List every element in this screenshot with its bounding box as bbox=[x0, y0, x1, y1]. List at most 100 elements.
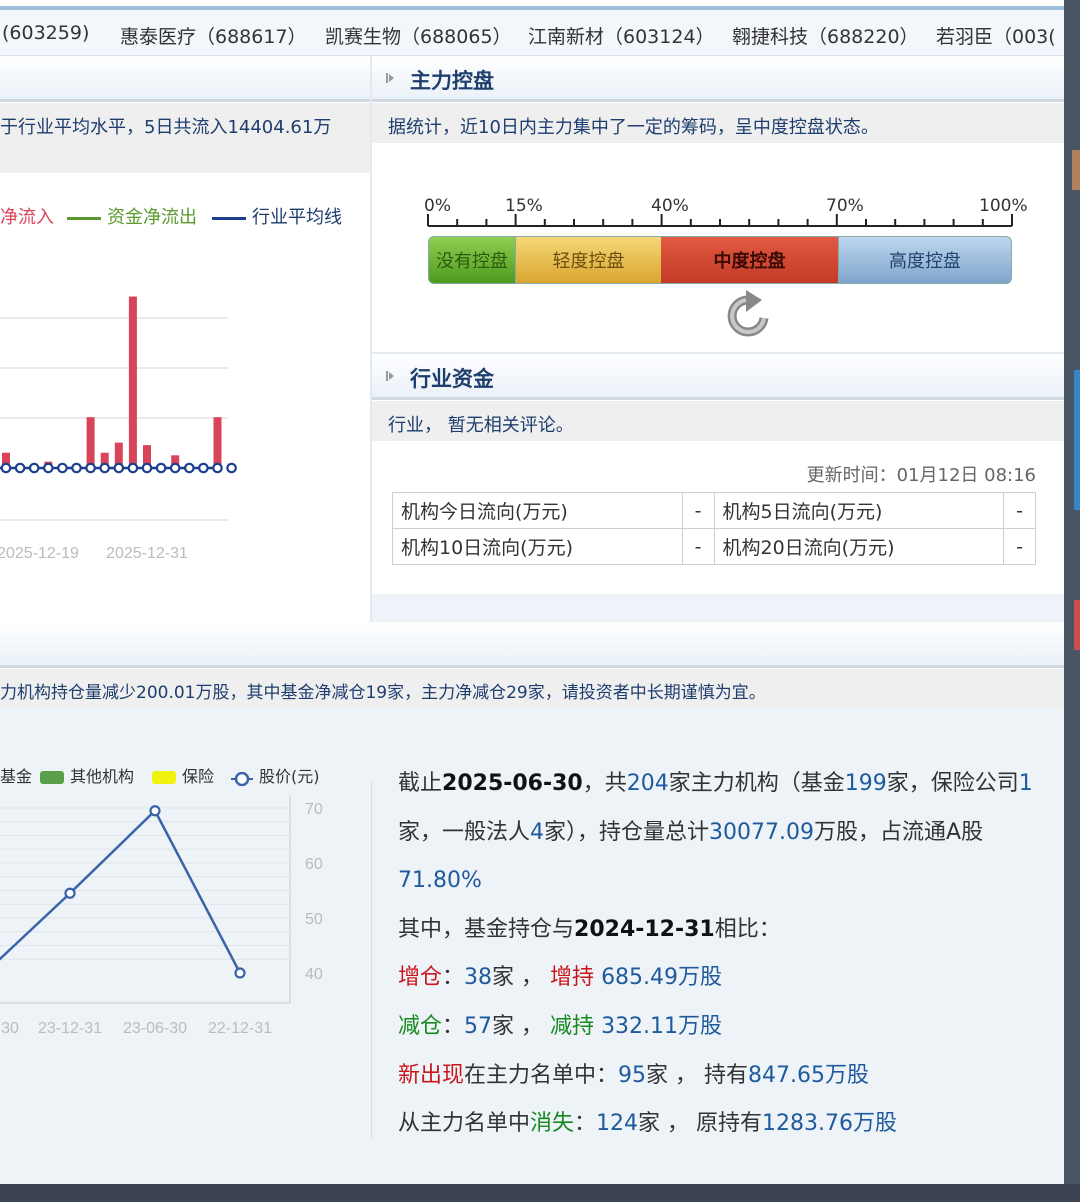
x-tick-label: 30 bbox=[1, 1020, 19, 1037]
legend-line-icon bbox=[67, 216, 101, 220]
stock-link[interactable]: 翱捷科技（688220） bbox=[732, 22, 919, 49]
control-title: 主力控盘 bbox=[410, 69, 494, 93]
panel-footer bbox=[372, 594, 1064, 622]
x-tick-label: 2025-12-19 bbox=[0, 545, 79, 562]
avg-point bbox=[57, 462, 68, 474]
legend-circle-icon bbox=[231, 771, 253, 786]
scale-label-15: 15% bbox=[505, 196, 543, 216]
stock-price-chart: 40 50 60 70 30 23-12-31 23-06-30 22-12-31 bbox=[0, 795, 323, 1037]
legend-insurance: 保险 bbox=[152, 763, 214, 787]
legend-net-inflow: 净流入 bbox=[0, 207, 54, 228]
summary-line: 截止2025-06-30，共204家主力机构（基金199家，保险公司1 bbox=[398, 771, 1033, 796]
page: (603259) 惠泰医疗（688617） 凯赛生物（688065） 江南新材（… bbox=[0, 0, 1064, 1184]
top-border bbox=[0, 0, 1064, 10]
stock-link[interactable]: (603259) bbox=[2, 22, 89, 44]
capital-flow-header bbox=[0, 56, 370, 102]
y-tick-label: 50 bbox=[305, 911, 323, 928]
avg-point bbox=[141, 462, 153, 474]
legend-swatch-icon bbox=[152, 771, 176, 784]
scale-label-0: 0% bbox=[424, 196, 451, 216]
industry-title: 行业资金 bbox=[410, 367, 494, 391]
x-tick-label: 23-06-30 bbox=[123, 1020, 187, 1037]
industry-desc: 行业， 暂无相关评论。 bbox=[372, 401, 1064, 441]
avg-point bbox=[184, 462, 195, 474]
institution-flow-table: 机构今日流向(万元) - 机构5日流向(万元) - 机构10日流向(万元) - … bbox=[392, 492, 1036, 565]
holding-header bbox=[0, 622, 1064, 668]
table-cell: 机构10日流向(万元) bbox=[392, 528, 683, 565]
control-desc: 据统计，近10日内主力集中了一定的筹码，呈中度控盘状态。 bbox=[372, 103, 1064, 143]
price-point bbox=[149, 805, 161, 817]
capital-flow-desc: 于行业平均水平，5日共流入14404.61万 bbox=[0, 103, 370, 173]
flow-bar bbox=[128, 296, 137, 468]
stock-link[interactable]: 凯赛生物（688065） bbox=[325, 22, 512, 49]
avg-point bbox=[155, 462, 167, 474]
holding-divider bbox=[371, 780, 372, 1140]
holding-desc: 力机构持仓量减少200.01万股，其中基金净减仓19家，主力净减仓29家，请投资… bbox=[0, 669, 1064, 709]
x-tick-label: 23-12-31 bbox=[38, 1020, 102, 1037]
scale-label-100: 100% bbox=[979, 196, 1028, 216]
holding-summary: 截止2025-06-30，共204家主力机构（基金199家，保险公司1 家，一般… bbox=[398, 760, 1043, 1149]
table-cell: - bbox=[681, 528, 715, 565]
stock-link[interactable]: 若羽臣（003( bbox=[936, 22, 1056, 49]
avg-point bbox=[28, 462, 40, 474]
segment-light: 轻度控盘 bbox=[516, 236, 661, 284]
avg-point bbox=[14, 462, 26, 474]
avg-point bbox=[99, 462, 110, 474]
stock-link[interactable]: 惠泰医疗（688617） bbox=[120, 22, 307, 49]
side-strip bbox=[1064, 0, 1080, 1202]
bottom-strip bbox=[0, 1184, 1080, 1202]
summary-line: 从主力名单中消失：124家 ， 原持有1283.76万股 bbox=[398, 1111, 898, 1137]
stock-link[interactable]: 江南新材（603124） bbox=[528, 22, 715, 49]
table-cell: 机构今日流向(万元) bbox=[392, 492, 683, 529]
legend-industry-avg: 行业平均线 bbox=[212, 203, 342, 229]
summary-line: 家，一般法人4家），持仓量总计30077.09万股，占流通A股 bbox=[398, 819, 984, 845]
segment-high: 高度控盘 bbox=[838, 236, 1012, 284]
stock-ticker-bar: (603259) 惠泰医疗（688617） 凯赛生物（688065） 江南新材（… bbox=[0, 10, 1064, 56]
bullet-icon bbox=[386, 371, 394, 381]
y-tick-label: 70 bbox=[305, 801, 323, 818]
avg-point bbox=[169, 462, 181, 474]
table-cell: 机构5日流向(万元) bbox=[713, 492, 1004, 529]
avg-point bbox=[85, 462, 96, 474]
segment-none: 没有控盘 bbox=[428, 236, 516, 284]
scale-label-70: 70% bbox=[826, 196, 864, 216]
legend-fund: 基金 bbox=[0, 767, 33, 786]
table-cell: 机构20日流向(万元) bbox=[713, 528, 1004, 565]
level-pointer-icon bbox=[727, 290, 769, 337]
summary-line: 其中，基金持仓与2024-12-31相比： bbox=[398, 916, 781, 942]
x-tick-label: 2025-12-31 bbox=[106, 545, 188, 562]
avg-point bbox=[42, 462, 54, 474]
avg-point bbox=[226, 462, 237, 474]
flow-bar bbox=[213, 417, 222, 468]
update-time: 更新时间：01月12日 08:16 bbox=[806, 465, 1036, 486]
avg-point bbox=[127, 462, 139, 474]
y-tick-label: 40 bbox=[305, 966, 323, 983]
legend-swatch-icon bbox=[40, 771, 64, 784]
y-tick-label: 60 bbox=[305, 856, 323, 873]
price-point bbox=[64, 887, 76, 899]
segment-medium: 中度控盘 bbox=[661, 236, 838, 284]
summary-line: 增仓：38家 ， 增持 685.49万股 bbox=[398, 965, 723, 991]
avg-point bbox=[71, 462, 82, 474]
legend-stock-price: 股价(元) bbox=[231, 763, 320, 787]
legend-net-outflow: 资金净流出 bbox=[67, 203, 197, 229]
control-header: 主力控盘 bbox=[372, 56, 1064, 102]
price-point bbox=[234, 967, 246, 979]
legend-other-inst: 其他机构 bbox=[40, 763, 134, 787]
avg-point bbox=[113, 462, 125, 474]
summary-line: 71.80% bbox=[398, 868, 482, 894]
industry-header: 行业资金 bbox=[372, 354, 1064, 400]
scale-label-40: 40% bbox=[651, 196, 689, 216]
x-tick-label: 22-12-31 bbox=[208, 1020, 272, 1037]
table-cell: - bbox=[1003, 492, 1036, 529]
table-row: 机构10日流向(万元) - 机构20日流向(万元) - bbox=[392, 528, 1036, 565]
flow-bar bbox=[86, 417, 95, 468]
bullet-icon bbox=[386, 73, 394, 83]
table-cell: - bbox=[1003, 528, 1036, 565]
control-scale bbox=[427, 214, 1013, 227]
summary-line: 新出现在主力名单中：95家 ， 持有847.65万股 bbox=[398, 1062, 870, 1088]
table-row: 机构今日流向(万元) - 机构5日流向(万元) - bbox=[392, 492, 1036, 529]
avg-point bbox=[212, 462, 223, 474]
table-cell: - bbox=[681, 492, 715, 529]
avg-point bbox=[198, 462, 209, 474]
